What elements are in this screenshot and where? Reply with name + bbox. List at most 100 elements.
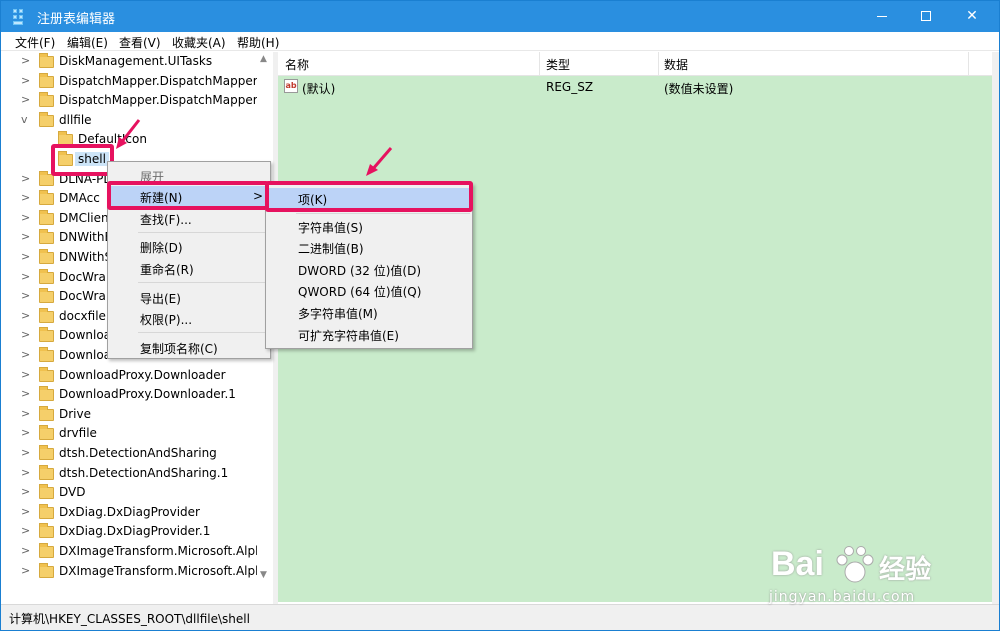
menu-separator bbox=[138, 332, 268, 333]
highlight-box-key bbox=[265, 181, 473, 212]
menu-view[interactable]: 查看(V) bbox=[119, 34, 161, 51]
minimize-button[interactable] bbox=[859, 1, 905, 32]
tree-item-label: DocWra bbox=[59, 269, 106, 284]
column-type[interactable]: 类型 bbox=[546, 56, 570, 73]
tree-item[interactable]: > dtsh.DetectionAndSharing bbox=[9, 445, 259, 464]
menu-separator bbox=[138, 282, 268, 283]
value-type: REG_SZ bbox=[546, 80, 594, 94]
tree-item-label: DiskManagement.UITasks bbox=[59, 54, 213, 68]
column-name[interactable]: 名称 bbox=[285, 56, 309, 73]
folder-icon bbox=[39, 543, 54, 558]
paw-logo-icon bbox=[836, 546, 874, 583]
tree-item[interactable]: > Drive bbox=[9, 405, 259, 425]
ctx-copy-key-name[interactable]: 复制项名称(C) bbox=[108, 337, 270, 358]
chevron-right-icon[interactable]: > bbox=[21, 211, 33, 224]
maximize-button[interactable] bbox=[903, 1, 949, 32]
chevron-right-icon[interactable]: > bbox=[21, 230, 33, 243]
folder-icon bbox=[39, 405, 54, 421]
status-path: 计算机\HKEY_CLASSES_ROOT\dllfile\shell bbox=[9, 612, 250, 626]
right-edge bbox=[992, 52, 999, 604]
chevron-right-icon[interactable]: > bbox=[21, 544, 33, 557]
folder-icon bbox=[39, 229, 54, 245]
ctx-copy-key-name-label: 复制项名称(C) bbox=[140, 342, 218, 356]
tree-item-label: drvfile bbox=[59, 426, 97, 441]
scroll-up-icon[interactable]: ▲ bbox=[260, 54, 267, 64]
tree-item-label: Drive bbox=[59, 406, 91, 421]
chevron-right-icon[interactable]: > bbox=[21, 564, 33, 577]
tree-item[interactable]: > DownloadProxy.Downloader bbox=[9, 366, 259, 386]
chevron-right-icon[interactable]: > bbox=[21, 348, 33, 361]
scroll-down-icon[interactable]: ▼ bbox=[260, 570, 267, 580]
chevron-right-icon[interactable]: > bbox=[21, 368, 33, 381]
chevron-right-icon[interactable]: > bbox=[21, 485, 33, 498]
tree-item[interactable]: > DxDiag.DxDiagProvider bbox=[9, 503, 259, 523]
menu-file[interactable]: 文件(F) bbox=[15, 34, 55, 51]
ctx-rename-label: 重命名(R) bbox=[140, 263, 194, 277]
chevron-down-icon[interactable]: v bbox=[21, 113, 33, 126]
chevron-right-icon[interactable]: > bbox=[21, 289, 33, 302]
tree-item[interactable]: > dtsh.DetectionAndSharing.1 bbox=[9, 464, 259, 484]
submenu-multi-string-value[interactable]: 多字符串值(M) bbox=[266, 302, 472, 323]
menu-favorites[interactable]: 收藏夹(A) bbox=[172, 34, 226, 51]
menu-help[interactable]: 帮助(H) bbox=[237, 34, 279, 51]
folder-icon bbox=[39, 268, 54, 284]
ctx-permissions[interactable]: 权限(P)... bbox=[108, 308, 270, 329]
chevron-right-icon[interactable]: > bbox=[21, 309, 33, 322]
red-arrow-icon bbox=[116, 119, 141, 149]
tree-item[interactable]: > drvfile bbox=[9, 425, 259, 444]
chevron-right-icon[interactable]: > bbox=[21, 426, 33, 439]
tree-item-label: DispatchMapper.DispatchMapper bbox=[59, 73, 258, 88]
submenu-dword-value[interactable]: DWORD (32 位)值(D) bbox=[266, 259, 472, 280]
chevron-right-icon[interactable]: > bbox=[21, 505, 33, 518]
tree-item-label: DownloadProxy.Downloader bbox=[59, 367, 226, 382]
watermark-url: jingyan.baidu.com bbox=[769, 589, 916, 605]
chevron-right-icon[interactable]: > bbox=[21, 191, 33, 204]
ctx-delete[interactable]: 删除(D) bbox=[108, 236, 270, 257]
list-row[interactable]: ab (默认) REG_SZ (数值未设置) bbox=[278, 77, 992, 97]
ctx-find[interactable]: 查找(F)... bbox=[108, 208, 270, 229]
chevron-right-icon[interactable]: > bbox=[21, 54, 33, 67]
tree-item[interactable]: > DXImageTransform.Microsoft.Alph bbox=[9, 562, 263, 582]
chevron-right-icon[interactable]: > bbox=[21, 446, 33, 459]
title-bar[interactable]: 注册表编辑器 ✕ bbox=[1, 1, 999, 32]
tree-item[interactable]: > DispatchMapper.DispatchMapper. bbox=[9, 92, 261, 111]
close-button[interactable]: ✕ bbox=[949, 1, 995, 32]
chevron-right-icon[interactable]: > bbox=[21, 172, 33, 185]
highlight-box-new bbox=[107, 181, 269, 210]
column-divider bbox=[968, 52, 969, 76]
ctx-export[interactable]: 导出(E) bbox=[108, 287, 270, 308]
tree-item[interactable]: > DispatchMapper.DispatchMapper bbox=[9, 72, 259, 92]
tree-item-label: DispatchMapper.DispatchMapper. bbox=[59, 93, 261, 108]
menu-edit[interactable]: 编辑(E) bbox=[67, 34, 108, 51]
submenu-binary-value-label: 二进制值(B) bbox=[298, 242, 364, 256]
chevron-right-icon[interactable]: > bbox=[21, 93, 33, 106]
chevron-right-icon[interactable]: > bbox=[21, 387, 33, 400]
submenu-string-value[interactable]: 字符串值(S) bbox=[266, 216, 472, 237]
chevron-right-icon[interactable]: > bbox=[21, 74, 33, 87]
tree-item[interactable]: > DownloadProxy.Downloader.1 bbox=[9, 386, 259, 405]
chevron-right-icon[interactable]: > bbox=[21, 328, 33, 341]
folder-icon bbox=[39, 249, 54, 264]
submenu-qword-value-label: QWORD (64 位)值(Q) bbox=[298, 285, 422, 299]
folder-icon bbox=[39, 72, 54, 88]
tree-item[interactable]: > DVD bbox=[9, 484, 259, 503]
submenu-expandable-string-value[interactable]: 可扩充字符串值(E) bbox=[266, 324, 472, 345]
tree-item[interactable]: > DxDiag.DxDiagProvider.1 bbox=[9, 523, 259, 542]
folder-icon bbox=[39, 209, 54, 225]
chevron-right-icon[interactable]: > bbox=[21, 466, 33, 479]
folder-icon bbox=[39, 111, 54, 127]
column-divider bbox=[539, 52, 540, 76]
window-title: 注册表编辑器 bbox=[37, 12, 116, 27]
column-data[interactable]: 数据 bbox=[664, 56, 688, 73]
submenu-qword-value[interactable]: QWORD (64 位)值(Q) bbox=[266, 280, 472, 301]
submenu-binary-value[interactable]: 二进制值(B) bbox=[266, 237, 472, 258]
tree-item[interactable]: > DiskManagement.UITasks bbox=[9, 53, 259, 72]
chevron-right-icon[interactable]: > bbox=[21, 250, 33, 263]
chevron-right-icon[interactable]: > bbox=[21, 270, 33, 283]
chevron-right-icon[interactable]: > bbox=[21, 407, 33, 420]
chevron-right-icon[interactable]: > bbox=[21, 524, 33, 537]
folder-icon bbox=[39, 386, 54, 402]
ctx-permissions-label: 权限(P)... bbox=[140, 313, 193, 327]
tree-item[interactable]: > DXImageTransform.Microsoft.Alph bbox=[9, 543, 263, 562]
ctx-rename[interactable]: 重命名(R) bbox=[108, 258, 270, 279]
